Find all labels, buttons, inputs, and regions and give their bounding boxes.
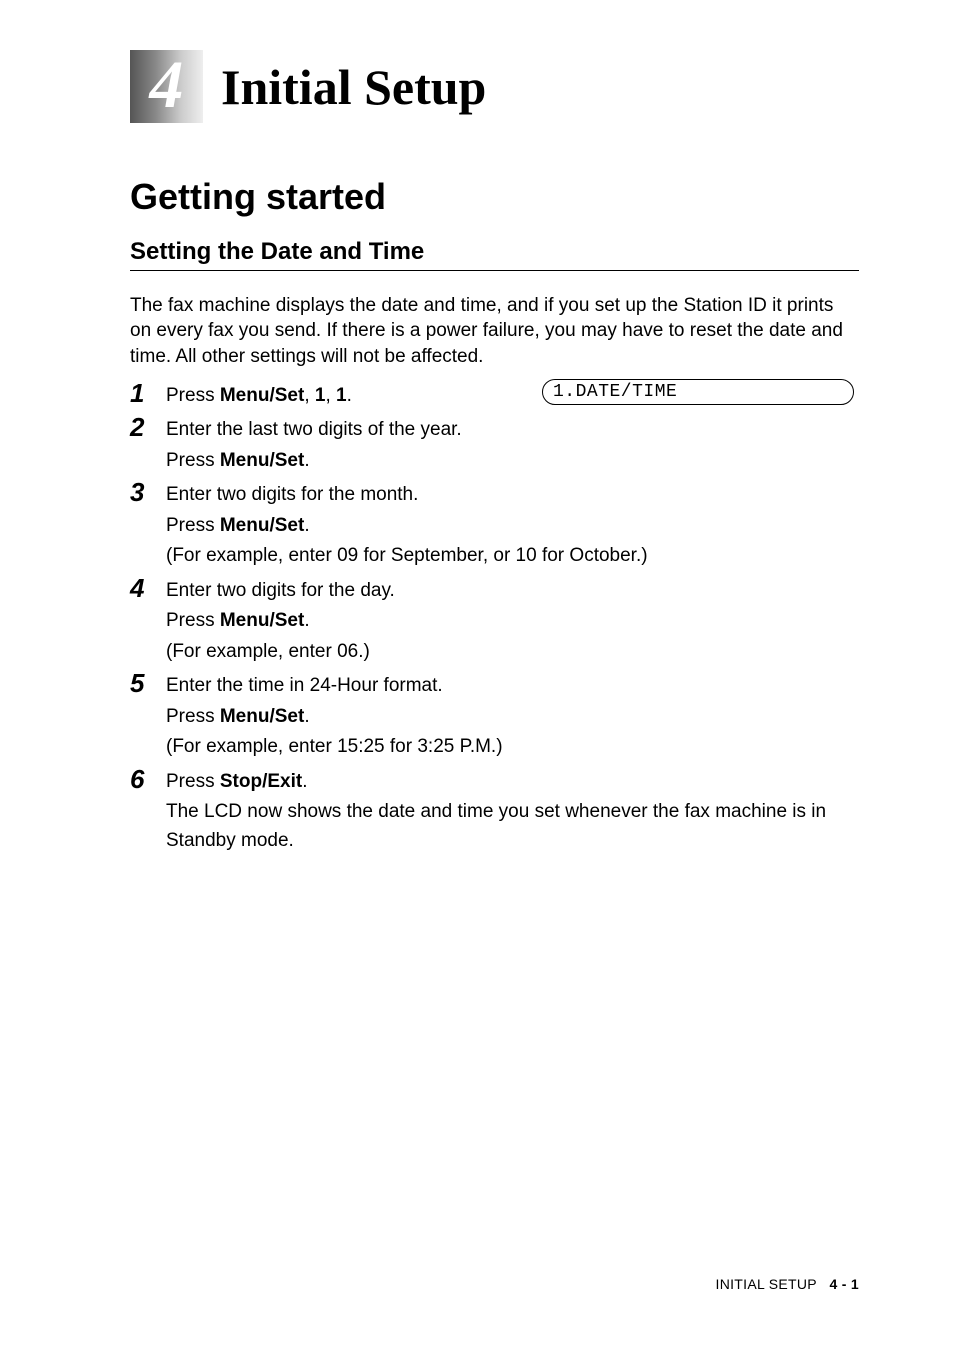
key-menu-set: Menu/Set: [220, 385, 304, 406]
key-menu-set: Menu/Set: [220, 515, 304, 536]
step-number: 4: [130, 575, 166, 669]
text: Press: [166, 610, 220, 631]
lcd-display: 1.DATE/TIME: [542, 379, 854, 405]
step-4: 4 Enter two digits for the day. Press Me…: [130, 575, 859, 669]
text: ,: [325, 385, 336, 406]
key-1: 1: [336, 385, 347, 406]
text: .: [302, 771, 307, 792]
text: .: [347, 385, 352, 406]
step-line: Enter two digits for the month.: [166, 481, 859, 510]
step-body: Enter the last two digits of the year. P…: [166, 414, 859, 477]
step-line: Enter two digits for the day.: [166, 577, 859, 606]
steps-list: 1 Press Menu/Set, 1, 1. 2 Enter the last…: [130, 380, 859, 858]
intro-paragraph: The fax machine displays the date and ti…: [130, 293, 859, 370]
step-example: (For example, enter 09 for September, or…: [166, 542, 859, 571]
section-heading: Getting started: [130, 178, 859, 216]
step-line: Press Stop/Exit.: [166, 768, 859, 797]
step-6: 6 Press Stop/Exit. The LCD now shows the…: [130, 766, 859, 858]
step-number: 1: [130, 380, 166, 413]
section-subheading: Setting the Date and Time: [130, 238, 859, 266]
chapter-title: Initial Setup: [221, 58, 486, 116]
text: ,: [304, 385, 315, 406]
step-line: Enter the time in 24-Hour format.: [166, 672, 859, 701]
step-number: 3: [130, 479, 166, 573]
step-line: Press Menu/Set.: [166, 447, 859, 476]
step-line: Press Menu/Set.: [166, 607, 859, 636]
text: Press: [166, 385, 220, 406]
step-line: Press Menu/Set.: [166, 703, 859, 732]
text: Press: [166, 771, 220, 792]
text: Press: [166, 450, 220, 471]
key-menu-set: Menu/Set: [220, 706, 304, 727]
key-menu-set: Menu/Set: [220, 610, 304, 631]
text: Press: [166, 706, 220, 727]
step-body: Enter two digits for the month. Press Me…: [166, 479, 859, 573]
footer-section: INITIAL SETUP: [716, 1276, 817, 1292]
chapter-badge: 4: [130, 50, 203, 123]
chapter-number: 4: [150, 45, 184, 124]
step-line: Press Menu/Set.: [166, 512, 859, 541]
text: .: [304, 515, 309, 536]
key-1: 1: [315, 385, 326, 406]
step-number: 6: [130, 766, 166, 858]
step-body: Enter two digits for the day. Press Menu…: [166, 575, 859, 669]
step-line: The LCD now shows the date and time you …: [166, 798, 859, 855]
step-number: 5: [130, 670, 166, 764]
key-stop-exit: Stop/Exit: [220, 771, 302, 792]
step-body: Enter the time in 24-Hour format. Press …: [166, 670, 859, 764]
section-rule: [130, 270, 859, 271]
step-example: (For example, enter 15:25 for 3:25 P.M.): [166, 733, 859, 762]
footer-page: 4 - 1: [829, 1276, 859, 1292]
key-menu-set: Menu/Set: [220, 450, 304, 471]
text: .: [304, 706, 309, 727]
page-footer: INITIAL SETUP 4 - 1: [716, 1276, 860, 1292]
step-example: (For example, enter 06.): [166, 638, 859, 667]
step-line: Enter the last two digits of the year.: [166, 416, 859, 445]
text: .: [304, 610, 309, 631]
step-body: Press Stop/Exit. The LCD now shows the d…: [166, 766, 859, 858]
step-2: 2 Enter the last two digits of the year.…: [130, 414, 859, 477]
text: Press: [166, 515, 220, 536]
step-number: 2: [130, 414, 166, 477]
text: .: [304, 450, 309, 471]
step-3: 3 Enter two digits for the month. Press …: [130, 479, 859, 573]
step-5: 5 Enter the time in 24-Hour format. Pres…: [130, 670, 859, 764]
chapter-header: 4 Initial Setup: [130, 50, 859, 123]
